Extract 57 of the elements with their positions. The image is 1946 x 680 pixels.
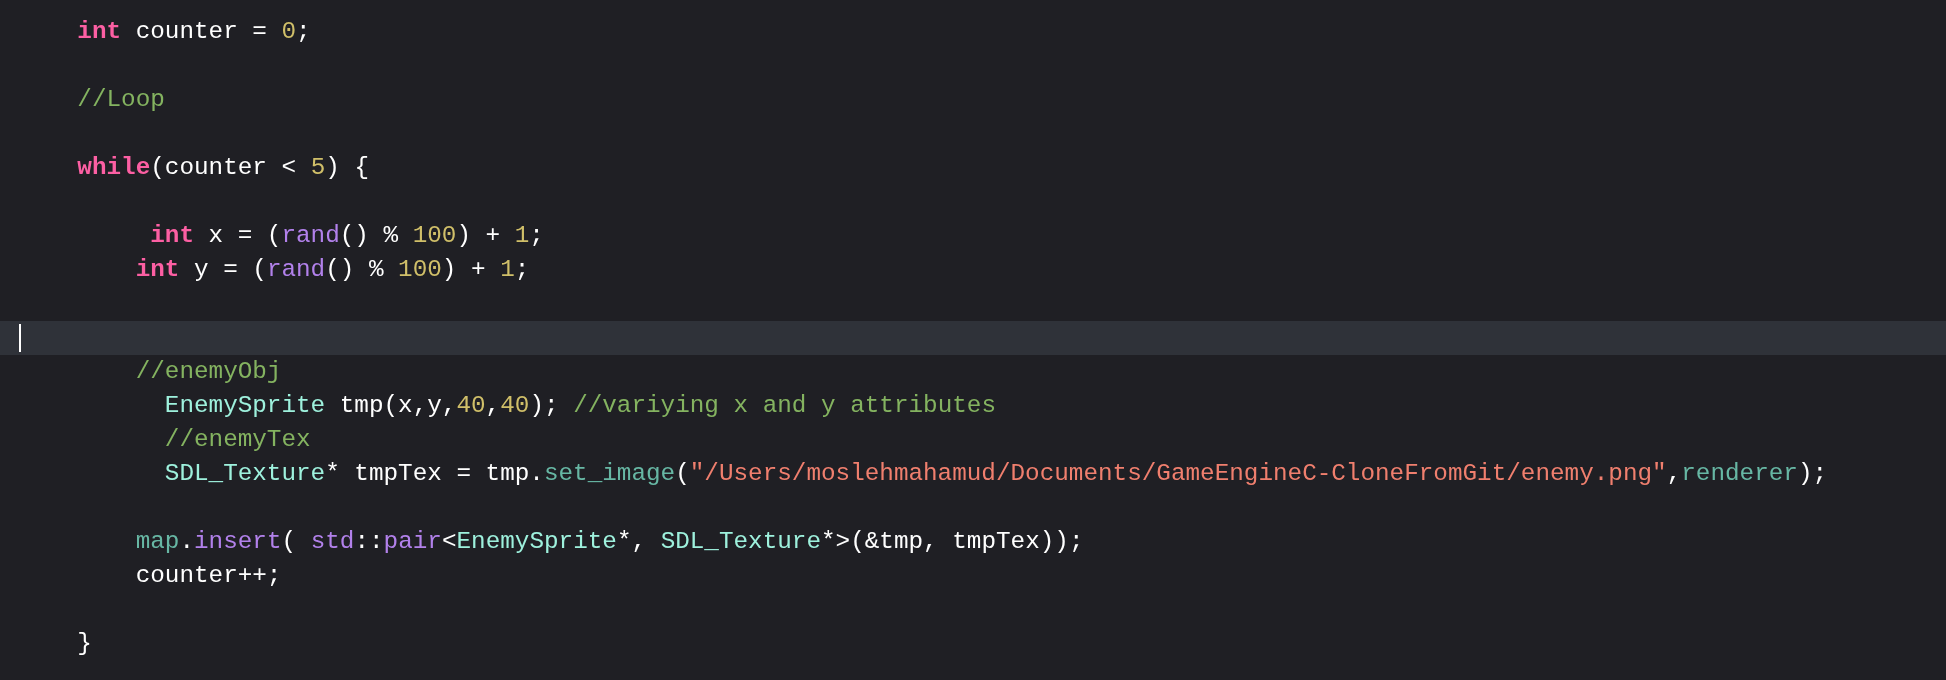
code-text: ); [1797,459,1828,489]
function-name: rand [281,221,340,251]
code-text: } [76,629,92,659]
type-name: SDL_Texture [163,459,326,489]
code-text: ) + [456,221,502,251]
identifier-text: map [134,527,180,557]
keyword-text: while [76,153,151,183]
code-text: ); [529,391,560,421]
code-comment: //variying x and y attributes [573,391,996,421]
keyword-text: int [76,17,122,47]
type-name: EnemySprite [456,527,617,557]
code-comment: //enemyTex [163,425,311,455]
code-text: ) + [441,255,487,285]
code-text: y = ( [192,255,267,285]
code-text: *>(&tmp, tmpTex)); [821,527,1084,557]
code-text: x = ( [207,221,282,251]
function-name: pair [383,527,442,557]
code-text: ; [296,17,311,47]
code-text: :: [354,527,384,557]
code-text: tmp(x,y, [338,391,457,421]
code-text: () % [325,255,385,285]
code-text: ( [281,527,298,557]
number-literal: 1 [514,221,530,251]
number-literal: 5 [310,153,326,183]
code-text: *, [616,527,648,557]
number-literal: 100 [412,221,457,251]
code-comment: //Loop [76,85,165,115]
number-literal: 40 [456,391,486,421]
code-text: () % [339,221,400,251]
code-text: counter++; [134,561,282,591]
identifier-text: renderer [1681,459,1798,489]
code-comment: //enemyObj [134,357,282,387]
identifier-text: set_image [543,459,676,489]
code-text: * tmpTex = tmp. [325,459,544,489]
code-text: ( [675,459,690,489]
code-text: ) { [325,153,369,183]
type-name: EnemySprite [163,391,326,421]
number-literal: 40 [500,391,530,421]
number-literal: 1 [500,255,515,285]
type-name: SDL_Texture [660,527,821,557]
code-text: ; [514,255,530,285]
function-name: insert [194,527,282,557]
keyword-text: int [149,221,194,251]
code-text: ; [529,221,544,251]
function-name: rand [266,255,326,285]
code-text: , [485,391,501,421]
code-text: (counter < [150,153,298,183]
keyword-text: int [134,255,180,285]
function-name: std [310,527,355,557]
code-text: < [441,527,457,557]
number-literal: 100 [398,255,442,285]
code-text: . [179,527,194,557]
number-literal: 0 [281,17,297,47]
code-text: counter = [134,17,268,47]
code-text: , [1666,459,1682,489]
text-cursor [19,324,21,352]
string-literal: "/Users/moslehmahamud/Documents/GameEngineC-CloneFromGit/enemy.png" [689,459,1667,489]
